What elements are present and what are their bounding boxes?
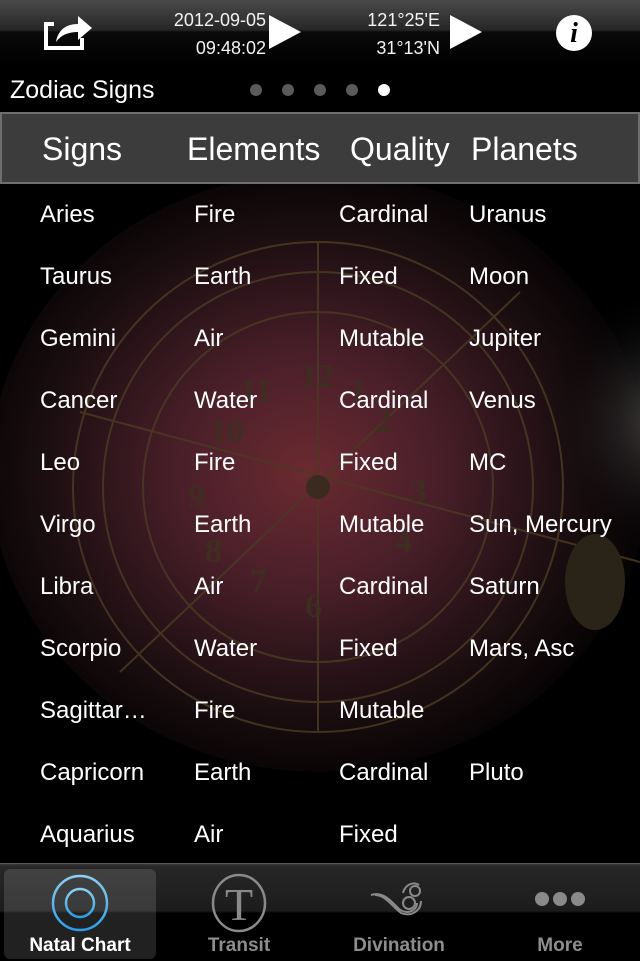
element-cell: Water: [194, 387, 258, 414]
latitude-label: 31°13'N: [376, 38, 440, 58]
crosshair-circle-icon: [51, 874, 109, 932]
table-row[interactable]: Taurus Earth Fixed Moon: [0, 247, 640, 309]
sign-cell: Sagittar…: [40, 697, 147, 724]
quality-cell: Cardinal: [339, 573, 429, 600]
table-row[interactable]: Cancer Water Cardinal Venus: [0, 371, 640, 433]
tab-label: Divination: [353, 935, 445, 956]
element-cell: Air: [194, 573, 224, 600]
zodiac-table: Aries Fire Cardinal Uranus Taurus Earth Fixed M…: [0, 185, 640, 867]
tab-label: Natal Chart: [29, 935, 131, 956]
element-cell: Air: [194, 325, 224, 352]
share-button[interactable]: [40, 8, 94, 52]
tab-divination[interactable]: Divination: [323, 869, 475, 959]
table-row[interactable]: Libra Air Cardinal Saturn: [0, 557, 640, 619]
more-dots-icon: [535, 892, 585, 906]
quality-cell: Cardinal: [339, 201, 429, 228]
element-cell: Earth: [194, 511, 252, 538]
quality-cell: Fixed: [339, 635, 398, 662]
date-label: 2012-09-05: [173, 10, 266, 30]
column-header-elements: Elements: [187, 131, 321, 167]
column-header-signs: Signs: [42, 131, 123, 167]
planets-cell: Saturn: [469, 573, 540, 600]
tab-transit[interactable]: T Transit: [163, 869, 315, 959]
sign-cell: Virgo: [40, 511, 96, 538]
table-row[interactable]: Virgo Earth Mutable Sun, Mercury: [0, 495, 640, 557]
quality-cell: Fixed: [339, 263, 398, 290]
quality-cell: Mutable: [339, 511, 425, 538]
share-icon: [44, 16, 92, 50]
info-icon: i: [570, 18, 578, 49]
sign-cell: Taurus: [40, 263, 113, 290]
time-label: 09:48:02: [195, 38, 266, 58]
table-row[interactable]: Leo Fire Fixed MC: [0, 433, 640, 495]
quality-cell: Cardinal: [339, 759, 429, 786]
tab-more[interactable]: More: [484, 869, 636, 959]
planets-cell: Uranus: [469, 201, 547, 228]
element-cell: Air: [194, 821, 224, 848]
page-title: Zodiac Signs: [10, 76, 155, 104]
tab-bar: Natal Chart T Transit Divination More: [0, 863, 640, 961]
datetime-display[interactable]: 2012-09-05 09:48:02: [150, 6, 266, 62]
page-dot[interactable]: [250, 84, 262, 96]
column-header-quality: Quality: [350, 131, 450, 167]
page-dot[interactable]: [282, 84, 294, 96]
sign-cell: Capricorn: [40, 759, 145, 786]
tab-natal-chart[interactable]: Natal Chart: [4, 869, 156, 959]
sign-cell: Aquarius: [40, 821, 135, 848]
element-cell: Fire: [194, 449, 236, 476]
element-cell: Water: [194, 635, 258, 662]
quality-cell: Mutable: [339, 325, 425, 352]
quality-cell: Mutable: [339, 697, 425, 724]
page-dot[interactable]: [346, 84, 358, 96]
table-header: Signs Elements Quality Planets: [0, 112, 640, 184]
quality-cell: Fixed: [339, 821, 398, 848]
element-cell: Earth: [194, 759, 252, 786]
planets-cell: Mars, Asc: [469, 635, 575, 662]
planets-cell: Sun, Mercury: [469, 511, 612, 538]
quality-cell: Fixed: [339, 449, 398, 476]
planets-cell: Pluto: [469, 759, 524, 786]
page-indicator[interactable]: [250, 84, 390, 96]
datetime-play-button[interactable]: [269, 15, 301, 49]
column-header-planets: Planets: [471, 131, 578, 167]
planets-cell: Venus: [469, 387, 536, 414]
table-row[interactable]: Scorpio Water Fixed Mars, Asc: [0, 619, 640, 681]
sign-cell: Leo: [40, 449, 81, 476]
longitude-label: 121°25'E: [367, 10, 440, 30]
element-cell: Fire: [194, 697, 236, 724]
table-row[interactable]: Aquarius Air Fixed: [0, 805, 640, 867]
element-cell: Fire: [194, 201, 236, 228]
letter-t-circle-icon: T: [211, 873, 267, 933]
sign-cell: Gemini: [40, 325, 117, 352]
sign-cell: Cancer: [40, 387, 118, 414]
table-row[interactable]: Aries Fire Cardinal Uranus: [0, 185, 640, 247]
table-row[interactable]: Sagittar… Fire Mutable: [0, 681, 640, 743]
table-row[interactable]: Gemini Air Mutable Jupiter: [0, 309, 640, 371]
location-play-button[interactable]: [450, 15, 482, 49]
sign-cell: Aries: [40, 201, 95, 228]
element-cell: Earth: [194, 263, 252, 290]
sign-cell: Libra: [40, 573, 94, 600]
location-display[interactable]: 121°25'E 31°13'N: [340, 6, 440, 62]
sign-cell: Scorpio: [40, 635, 122, 662]
swirl-cloud-icon: [370, 882, 422, 916]
planets-cell: Jupiter: [469, 325, 542, 352]
page-dot[interactable]: [314, 84, 326, 96]
svg-text:T: T: [225, 879, 253, 930]
tab-label: More: [537, 935, 583, 956]
top-toolbar: 2012-09-05 09:48:02 121°25'E 31°13'N i: [0, 0, 640, 66]
quality-cell: Cardinal: [339, 387, 429, 414]
planets-cell: MC: [469, 449, 507, 476]
info-button[interactable]: i: [556, 15, 592, 51]
planets-cell: Moon: [469, 263, 530, 290]
tab-label: Transit: [207, 935, 271, 956]
table-row[interactable]: Capricorn Earth Cardinal Pluto: [0, 743, 640, 805]
page-dot[interactable]: [378, 84, 390, 96]
